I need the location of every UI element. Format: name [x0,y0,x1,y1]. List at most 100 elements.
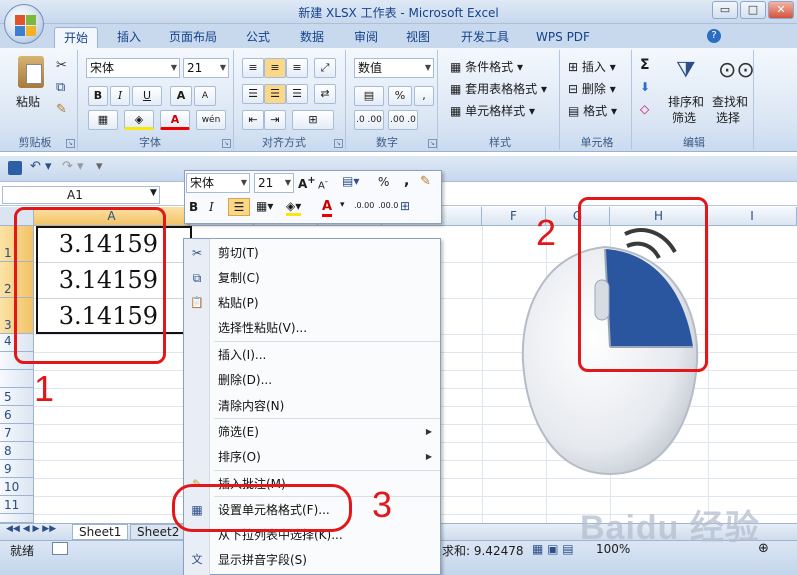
percent-button[interactable]: % [388,86,412,106]
sheet-tab-1[interactable]: Sheet1 [72,524,129,540]
mini-fill-color-icon[interactable]: ◈▾ [286,199,302,216]
paste-button-label[interactable]: 粘贴 [16,94,40,110]
row-header-6b[interactable]: 6 [0,406,34,424]
cut-icon[interactable]: ✂ [56,58,67,73]
fill-color-button[interactable]: ◈ [124,110,154,130]
tab-insert[interactable]: 插入 [108,27,150,48]
row-header-7[interactable]: 7 [0,424,34,442]
mini-font-name-combo[interactable]: 宋体 ▼ [186,173,250,193]
orientation-button[interactable]: ⤢ [314,58,336,78]
increase-indent-button[interactable]: ⇥ [264,110,286,130]
align-dialog-launcher-icon[interactable]: ↘ [334,139,343,148]
grow-font-button[interactable]: A [170,86,192,106]
tab-home[interactable]: 开始 [54,27,98,48]
tab-developer[interactable]: 开发工具 [452,27,518,48]
decrease-decimal-button[interactable]: .00 .0 [388,110,418,130]
menu-item-clear-contents[interactable]: 清除内容(N) [218,396,438,416]
italic-button[interactable]: I [110,86,130,106]
row-header-11[interactable]: 11 [0,496,34,514]
find-select-label-2[interactable]: 选择 [716,110,740,126]
dialog-launcher-icon[interactable]: ↘ [66,139,75,148]
align-top-button[interactable]: ≡ [242,58,264,78]
qat-customize-icon[interactable]: ▾ [96,159,103,174]
menu-item-copy[interactable]: 复制(C) [218,268,438,288]
copy-icon[interactable]: ⧉ [56,80,65,95]
fill-icon[interactable]: ⬇ [640,80,650,94]
menu-item-delete[interactable]: 删除(D)... [218,370,438,390]
office-button[interactable] [4,4,44,44]
number-format-combo[interactable]: 数值 ▼ [354,58,434,78]
border-button[interactable]: ▦ [88,110,118,130]
macro-record-icon[interactable] [52,542,68,555]
menu-item-sort[interactable]: 排序(O) ▶ [218,447,438,467]
align-center-button[interactable]: ☰ [264,84,286,104]
sheet-nav-icon[interactable]: ◀◀ ◀ ▶ ▶▶ [6,524,56,534]
mini-merge-icon[interactable]: ⊞ [400,199,410,213]
decrease-indent-button[interactable]: ⇤ [242,110,264,130]
maximize-button[interactable]: □ [740,1,766,19]
row-header-12[interactable] [0,514,34,523]
mini-decrease-decimal-icon[interactable]: .00.0 [378,201,398,210]
cell-styles-button[interactable]: ▦ 单元格样式 ▾ [450,102,535,119]
row-header-10[interactable]: 10 [0,478,34,496]
mini-center-button[interactable]: ☰ [228,198,250,216]
save-icon[interactable] [8,161,22,175]
align-right-button[interactable]: ☰ [286,84,308,104]
find-select-label[interactable]: 查找和 [712,94,748,110]
sort-filter-label-2[interactable]: 筛选 [672,110,696,126]
name-box[interactable]: A1 [2,186,160,204]
column-header-i[interactable]: I [708,207,797,226]
close-button[interactable]: ✕ [768,1,794,19]
tab-formulas[interactable]: 公式 [236,27,280,48]
conditional-format-button[interactable]: ▦ 条件格式 ▾ [450,58,523,75]
insert-cells-button[interactable]: ⊞ 插入 ▾ [568,58,616,75]
mini-font-color-dropdown-icon[interactable]: ▾ [340,200,345,210]
mini-percent-button[interactable]: % [378,175,389,189]
mini-bold-button[interactable]: B [189,200,198,214]
sort-filter-icon[interactable]: ⧩ [676,58,696,83]
mini-format-painter-icon[interactable]: ✎ [420,174,431,189]
tab-wps-pdf[interactable]: WPS PDF [530,27,596,48]
name-box-dropdown-icon[interactable]: ▼ [150,188,157,198]
mini-currency-icon[interactable]: ▤▾ [342,174,359,188]
mini-comma-button[interactable]: , [404,173,409,189]
align-bottom-button[interactable]: ≡ [286,58,308,78]
menu-item-filter[interactable]: 筛选(E) ▶ [218,422,438,442]
increase-decimal-button[interactable]: .0 .00 [354,110,384,130]
help-icon[interactable]: ? [707,29,721,43]
align-left-button[interactable]: ☰ [242,84,264,104]
tab-data[interactable]: 数据 [290,27,334,48]
row-header-9[interactable]: 9 [0,460,34,478]
font-size-combo[interactable]: 21 ▼ [183,58,229,78]
font-dialog-launcher-icon[interactable]: ↘ [222,139,231,148]
sort-filter-label[interactable]: 排序和 [668,94,704,110]
find-select-icon[interactable]: ⊙⊙ [718,58,755,83]
autosum-button[interactable]: Σ [640,57,650,73]
mini-grow-font-icon[interactable]: A+ [298,175,316,191]
delete-cells-button[interactable]: ⊟ 删除 ▾ [568,80,616,97]
mini-shrink-font-icon[interactable]: A- [318,176,328,191]
number-dialog-launcher-icon[interactable]: ↘ [428,139,437,148]
tab-view[interactable]: 视图 [396,27,440,48]
merge-center-button[interactable]: ⊞ [292,110,334,130]
bold-button[interactable]: B [88,86,108,106]
clear-icon[interactable]: ◇ [640,102,649,116]
shrink-font-button[interactable]: A [194,86,216,106]
align-middle-button[interactable]: ≡ [264,58,286,78]
font-color-button[interactable]: A [160,110,190,130]
mini-increase-decimal-icon[interactable]: .0.00 [354,201,374,210]
view-buttons-icon[interactable]: ▦ ▣ ▤ [532,542,574,556]
format-as-table-button[interactable]: ▦ 套用表格格式 ▾ [450,80,547,97]
menu-item-show-phonetic[interactable]: 显示拼音字段(S) [218,550,438,570]
row-header-8[interactable]: 8 [0,442,34,460]
menu-item-insert[interactable]: 插入(I)... [218,345,438,365]
mini-border-icon[interactable]: ▦▾ [256,199,273,213]
menu-item-cut[interactable]: 剪切(T) [218,243,438,263]
redo-icon[interactable]: ↷ ▾ [62,159,84,174]
row-header-5b[interactable]: 5 [0,388,34,406]
font-name-combo[interactable]: 宋体 ▼ [86,58,180,78]
paste-icon[interactable] [18,56,44,88]
format-painter-icon[interactable]: ✎ [56,102,67,117]
format-cells-button[interactable]: ▤ 格式 ▾ [568,102,617,119]
phonetic-button[interactable]: wén [196,110,226,130]
